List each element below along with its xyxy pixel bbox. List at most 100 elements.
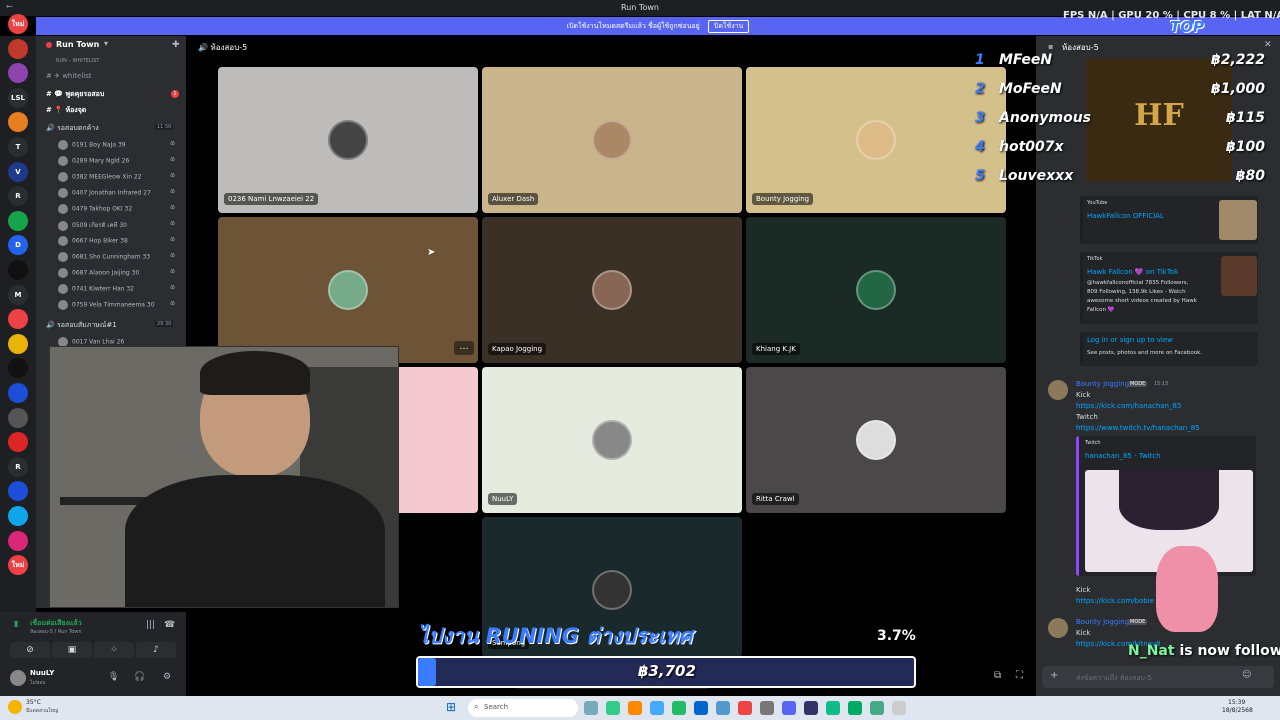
message-link[interactable]: https://www.twitch.tv/hanachan_85 bbox=[1076, 424, 1200, 432]
voice-user[interactable]: 0407 Jonathan Infrared 27 ⊘ bbox=[58, 188, 175, 198]
server-icon[interactable]: T bbox=[8, 137, 28, 157]
server-icon[interactable] bbox=[8, 210, 28, 231]
fullscreen-icon[interactable]: ⛶ bbox=[1016, 670, 1023, 681]
chrome-icon[interactable] bbox=[738, 701, 752, 715]
channel-point[interactable]: # 📍 ห้องจุด bbox=[46, 105, 86, 116]
app-icon-4[interactable] bbox=[650, 701, 664, 715]
participant-tile[interactable] bbox=[218, 217, 478, 363]
server-icon[interactable]: R bbox=[8, 456, 28, 477]
app-icon-2[interactable] bbox=[606, 701, 620, 715]
headphones-icon[interactable]: 🎧 bbox=[134, 672, 145, 682]
voice-user[interactable]: 0687 Alaoon Jaijing 30 ⊘ bbox=[58, 268, 175, 278]
participant-tile[interactable]: Ritta Crawl bbox=[746, 367, 1006, 513]
app-icon-6[interactable] bbox=[694, 701, 708, 715]
app-icon-5[interactable] bbox=[672, 701, 686, 715]
windows-start-icon[interactable]: ⊞ bbox=[446, 700, 460, 714]
app-icon-3[interactable] bbox=[628, 701, 642, 715]
channel-chat[interactable]: # 💬 พูดคุยรอสอบ bbox=[46, 89, 104, 100]
voice-user[interactable]: 0681 Sho Cunningham 33 ⊘ bbox=[58, 252, 175, 262]
message-link[interactable]: https://kick.com/hanachan_85 bbox=[1076, 402, 1181, 410]
embed-title-link[interactable]: Log in or sign up to view bbox=[1087, 336, 1173, 344]
server-icon[interactable]: V bbox=[8, 161, 28, 182]
add-member-icon[interactable]: ✚ bbox=[172, 40, 180, 50]
voice-channel-1[interactable]: 🔊 รอสอบตกค้าง bbox=[46, 123, 99, 134]
embed-title-link[interactable]: hanachan_85 - Twitch bbox=[1085, 452, 1161, 460]
message-author[interactable]: Bounty Jogging bbox=[1076, 618, 1129, 626]
message-link[interactable]: https://kick.com/bobie bbox=[1076, 597, 1154, 605]
participant-tile[interactable]: Khiang K.JK bbox=[746, 217, 1006, 363]
settings-gear-icon[interactable]: ⚙ bbox=[163, 672, 171, 682]
weather-icon[interactable] bbox=[8, 700, 22, 714]
noise-suppression-icon[interactable]: ||| bbox=[146, 620, 155, 630]
donor-rank: 2 bbox=[975, 81, 985, 97]
embed-title-link[interactable]: HawkFallcon OFFICIAL bbox=[1087, 212, 1164, 220]
microphone-icon[interactable]: 🎙 bbox=[108, 672, 119, 682]
voice-channel-2[interactable]: 🔊 รอสอบสัมภาษณ์#1 bbox=[46, 320, 117, 331]
server-icon[interactable] bbox=[8, 530, 28, 551]
voice-user-name: 0681 Sho Cunningham 33 bbox=[72, 253, 151, 261]
clock-date[interactable]: 18/8/2568 bbox=[1222, 707, 1253, 714]
channel-whitelist[interactable]: # ✈ whitelist bbox=[46, 72, 92, 80]
message-text: Twitch bbox=[1076, 413, 1098, 421]
more-options-icon[interactable]: … bbox=[454, 341, 474, 355]
avatar[interactable] bbox=[1048, 618, 1068, 638]
steam-icon[interactable] bbox=[826, 701, 840, 715]
popout-icon[interactable]: ⧉ bbox=[994, 670, 1001, 681]
weather-temp[interactable]: 35°C bbox=[26, 699, 41, 706]
voice-user[interactable]: 0759 Vela Timmaneema 30 ⊘ bbox=[58, 300, 175, 310]
app-icon-13[interactable] bbox=[848, 701, 862, 715]
server-icon[interactable] bbox=[8, 506, 28, 526]
close-icon[interactable]: ✕ bbox=[1264, 40, 1272, 50]
plus-icon[interactable]: + bbox=[1050, 670, 1058, 681]
disconnect-icon[interactable]: ☎ bbox=[164, 620, 175, 630]
voice-user[interactable]: 0509 เกียรติ เคที 30 ⊘ bbox=[58, 220, 175, 231]
soundboard-button[interactable]: ♪ bbox=[136, 642, 176, 658]
hash-icon: # 💬 bbox=[46, 90, 66, 98]
disable-streamer-mode-button[interactable]: ปิดใช้งาน bbox=[708, 20, 750, 33]
activities-button[interactable]: ⁘ bbox=[94, 642, 134, 658]
participant-tile[interactable]: Kapao Jogging bbox=[482, 217, 742, 363]
taskbar-search[interactable]: ⌕ Search bbox=[468, 699, 578, 717]
app-icon-15[interactable] bbox=[892, 701, 906, 715]
discord-icon[interactable] bbox=[782, 701, 796, 715]
chevron-down-icon[interactable]: ▾ bbox=[104, 39, 108, 48]
embed-title-link[interactable]: Hawk Fallcon 💜 on TikTok bbox=[1087, 268, 1178, 276]
server-icon[interactable] bbox=[8, 383, 28, 403]
voice-user[interactable]: 0667 Hop Biker 38 ⊘ bbox=[58, 236, 175, 246]
participant-tile[interactable]: Bounty Jogging bbox=[746, 67, 1006, 213]
server-icon[interactable] bbox=[8, 38, 28, 59]
voice-channel-path[interactable]: ห้องสอบ-5 / Run Town bbox=[30, 628, 82, 636]
category-whitelist[interactable]: RUN – WHITELIST bbox=[56, 58, 99, 64]
voice-user[interactable]: 0479 Takhop OKI 32 ⊘ bbox=[58, 204, 175, 214]
server-icon[interactable] bbox=[8, 333, 28, 354]
screen-share-button[interactable]: ▣ bbox=[52, 642, 92, 658]
participant-tile[interactable]: Aluxer Dash bbox=[482, 67, 742, 213]
clock-time[interactable]: 15:39 bbox=[1228, 699, 1245, 706]
donor-name: hot007x bbox=[999, 139, 1064, 155]
server-icon[interactable] bbox=[8, 407, 28, 428]
avatar[interactable] bbox=[10, 670, 26, 686]
voice-user[interactable]: 0191 Boy NaJa 39 ⊘ bbox=[58, 140, 175, 150]
server-name[interactable]: Run Town bbox=[56, 40, 99, 49]
participant-tile[interactable]: 0236 Nami Lnwzaeiei 22 bbox=[218, 67, 478, 213]
voice-user[interactable]: 0382 MEEGleow Xin 22 ⊘ bbox=[58, 172, 175, 182]
app-icon-7[interactable] bbox=[716, 701, 730, 715]
server-icon[interactable] bbox=[8, 260, 28, 280]
voice-user[interactable]: 0741 Kiwterr Han 32 ⊘ bbox=[58, 284, 175, 294]
app-icon-9[interactable] bbox=[760, 701, 774, 715]
app-icon-11[interactable] bbox=[804, 701, 818, 715]
server-icon[interactable]: M bbox=[8, 284, 28, 305]
server-icon[interactable]: ใหม่ bbox=[8, 14, 28, 34]
participant-tile[interactable]: NuuLY bbox=[482, 367, 742, 513]
voice-user-name: 0191 Boy NaJa 39 bbox=[72, 141, 126, 149]
voice-user[interactable]: 0289 Mary Ngld 26 ⊘ bbox=[58, 156, 175, 166]
server-icon[interactable]: LSL bbox=[8, 87, 28, 108]
message-author[interactable]: Bounty Jogging bbox=[1076, 380, 1129, 388]
message-input[interactable]: + ส่งข้อความถึง ห้องสอบ-5 ☺ bbox=[1042, 666, 1274, 688]
app-icon-1[interactable] bbox=[584, 701, 598, 715]
search-icon: ⌕ bbox=[474, 702, 479, 711]
video-off-button[interactable]: ⊘ bbox=[10, 642, 50, 658]
app-icon-14[interactable] bbox=[870, 701, 884, 715]
emoji-icon[interactable]: ☺ bbox=[1242, 670, 1251, 680]
avatar[interactable] bbox=[1048, 380, 1068, 400]
